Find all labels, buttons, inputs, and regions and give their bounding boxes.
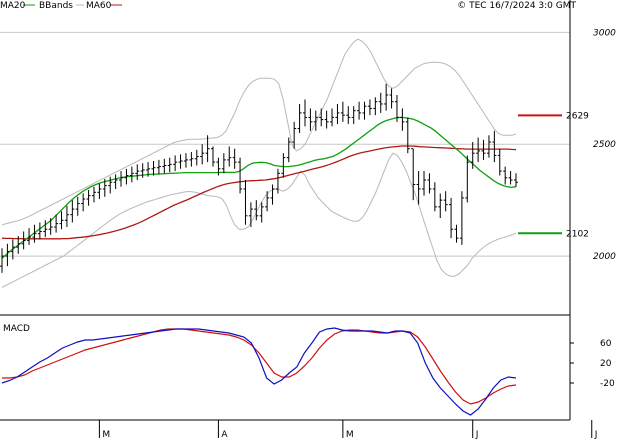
bbands-upper-line <box>1 38 517 226</box>
level-label-2629: 2629 <box>566 111 589 121</box>
macd-tick-label: -20 <box>600 379 615 389</box>
legend-label-ma60: MA60 <box>86 1 112 11</box>
price-tick-label: 2500 <box>593 140 616 150</box>
macd-tick-label: 20 <box>600 359 612 369</box>
macd-panel: MACD 60 20 -20 <box>1 324 615 416</box>
price-gridlines <box>0 31 570 257</box>
macd-tick-label: 60 <box>600 339 612 349</box>
level-label-2102: 2102 <box>566 229 589 239</box>
price-y-axis: 2000 2500 3000 <box>593 28 616 262</box>
legend-label-ma20: MA20 <box>0 1 26 11</box>
price-panel: 2629 2102 2000 2500 3000 <box>0 28 616 288</box>
price-bars-group <box>0 83 518 273</box>
macd-signal-line <box>2 328 517 405</box>
ma60-line <box>1 145 517 240</box>
x-axis: MAMJJ <box>98 420 598 440</box>
bbands-lower-line <box>1 152 517 288</box>
header-legend: MA20 BBands MA60 © TEC 16/7/2024 3:0 GMT <box>0 1 577 11</box>
macd-title: MACD <box>3 324 30 334</box>
macd-line <box>1 327 517 416</box>
bbands-group <box>1 38 517 288</box>
moving-averages-group <box>1 116 517 259</box>
x-tick-label: M <box>102 430 110 440</box>
level-lines-group: 2629 2102 <box>518 111 589 239</box>
copyright-text: © TEC 16/7/2024 3:0 GMT <box>457 1 576 11</box>
x-tick-label: M <box>346 430 354 440</box>
legend-label-bbands: BBands <box>39 1 73 11</box>
x-tick-label: J <box>594 430 598 440</box>
chart-canvas: MA20 BBands MA60 © TEC 16/7/2024 3:0 GMT… <box>0 0 616 440</box>
price-tick-label: 2000 <box>593 252 616 262</box>
x-tick-label: A <box>221 430 228 440</box>
macd-lines-group <box>1 327 517 416</box>
macd-gridlines <box>570 342 574 384</box>
x-tick-label: J <box>475 430 479 440</box>
macd-y-axis: 60 20 -20 <box>600 339 615 389</box>
price-tick-label: 3000 <box>593 28 616 38</box>
